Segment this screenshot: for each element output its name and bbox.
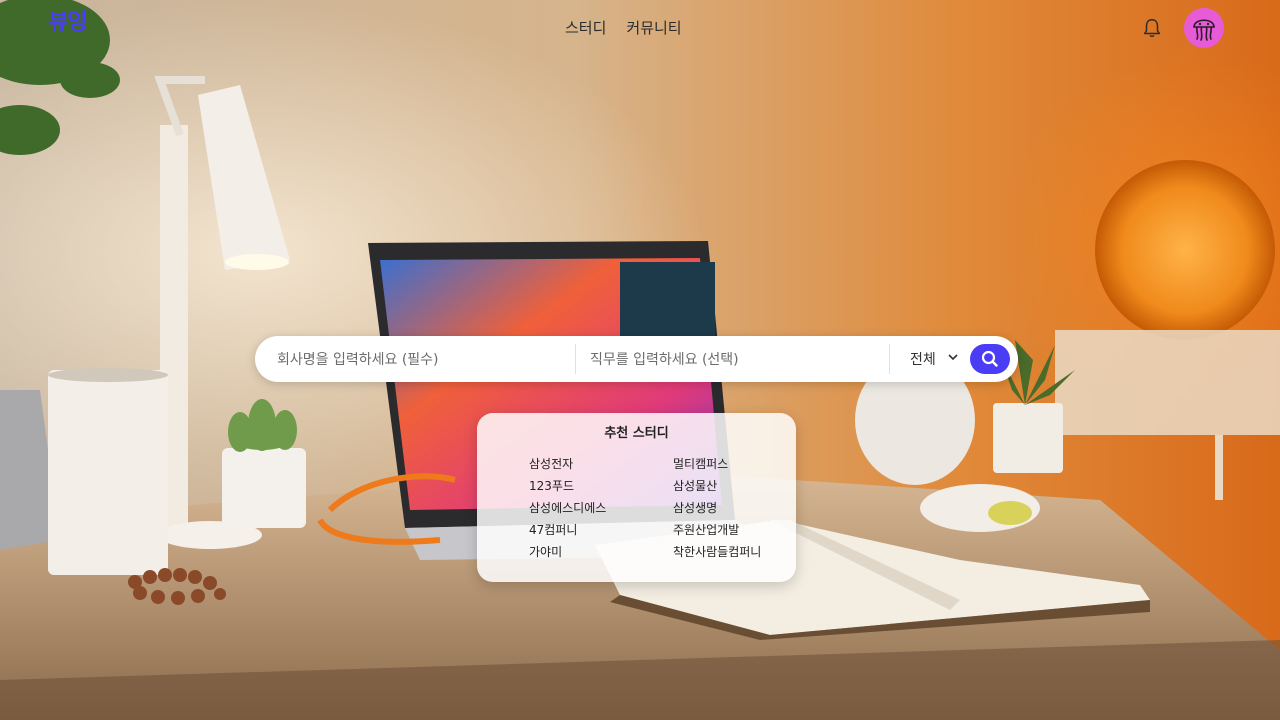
recommended-study-title: 추천 스터디	[604, 426, 669, 441]
search-button[interactable]	[970, 344, 1010, 374]
recommend-item[interactable]: 삼성에스디에스	[529, 499, 606, 516]
nav-item-community[interactable]: 커뮤니티	[626, 17, 681, 38]
recommend-item[interactable]: 착한사람들컴퍼니	[673, 543, 761, 560]
search-bar: 전체	[255, 336, 1018, 382]
logo[interactable]: 뷰잉	[48, 4, 87, 36]
top-header: 뷰잉 스터디 커뮤니티	[0, 0, 1280, 56]
recommend-item[interactable]: 멀티캠퍼스	[673, 455, 728, 472]
chevron-down-icon[interactable]	[947, 351, 959, 363]
recommend-item[interactable]: 삼성전자	[529, 455, 573, 472]
bell-icon[interactable]	[1141, 17, 1163, 39]
recommend-item[interactable]: 가야미	[529, 543, 562, 560]
recommend-item[interactable]: 47컴퍼니	[529, 521, 577, 538]
recommend-item[interactable]: 주원산업개발	[673, 521, 739, 538]
recommended-study-panel: 추천 스터디 삼성전자 123푸드 삼성에스디에스 47컴퍼니 가야미 멀티캠퍼…	[477, 413, 796, 582]
search-divider	[575, 344, 576, 374]
nav-item-study[interactable]: 스터디	[565, 17, 606, 38]
recommend-item[interactable]: 삼성물산	[673, 477, 717, 494]
search-icon	[981, 350, 998, 367]
recommend-item[interactable]: 123푸드	[529, 477, 574, 494]
search-divider	[889, 344, 890, 374]
job-input[interactable]	[588, 344, 882, 376]
scope-select[interactable]: 전체	[910, 349, 936, 369]
recommend-item[interactable]: 삼성생명	[673, 499, 717, 516]
company-input[interactable]	[275, 344, 569, 376]
main-nav: 스터디 커뮤니티	[565, 17, 682, 38]
avatar[interactable]	[1184, 8, 1224, 48]
